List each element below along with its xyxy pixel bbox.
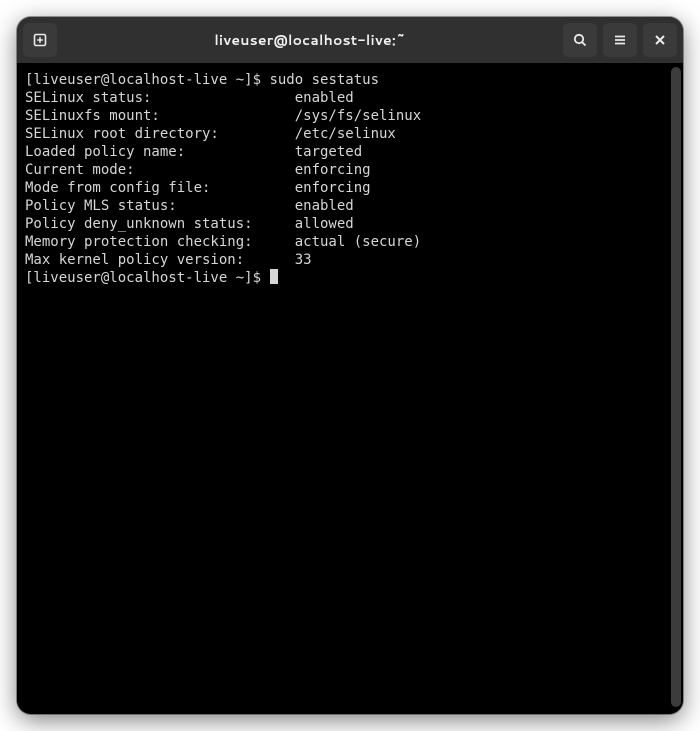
hamburger-menu-icon <box>612 32 628 48</box>
titlebar-right-group <box>563 23 677 57</box>
output-line: SELinuxfs mount: /sys/fs/selinux <box>25 107 665 125</box>
search-icon <box>572 32 588 48</box>
titlebar: liveuser@localhost-live:~ <box>17 17 683 63</box>
output-line: Loaded policy name: targeted <box>25 143 665 161</box>
new-tab-button[interactable] <box>23 23 57 57</box>
output-line: Memory protection checking: actual (secu… <box>25 233 665 251</box>
shell-prompt: [liveuser@localhost-live ~]$ <box>25 270 269 286</box>
output-line: Policy MLS status: enabled <box>25 197 665 215</box>
search-button[interactable] <box>563 23 597 57</box>
output-line: SELinux root directory: /etc/selinux <box>25 125 665 143</box>
prompt-line: [liveuser@localhost-live ~]$ sudo sestat… <box>25 71 665 89</box>
terminal-output[interactable]: [liveuser@localhost-live ~]$ sudo sestat… <box>17 63 669 714</box>
close-icon <box>652 32 668 48</box>
scrollbar-track[interactable] <box>669 63 683 714</box>
menu-button[interactable] <box>603 23 637 57</box>
shell-prompt: [liveuser@localhost-live ~]$ <box>25 72 269 88</box>
cursor <box>270 269 278 284</box>
scrollbar-thumb[interactable] <box>671 67 681 707</box>
output-line: Max kernel policy version: 33 <box>25 251 665 269</box>
output-line: Mode from config file: enforcing <box>25 179 665 197</box>
terminal-body-wrap: [liveuser@localhost-live ~]$ sudo sestat… <box>17 63 683 714</box>
terminal-window: liveuser@localhost-live:~ <box>17 17 683 714</box>
window-title: liveuser@localhost-live:~ <box>57 30 563 50</box>
output-line: SELinux status: enabled <box>25 89 665 107</box>
titlebar-left-group <box>23 23 57 57</box>
output-line: Current mode: enforcing <box>25 161 665 179</box>
output-line: Policy deny_unknown status: allowed <box>25 215 665 233</box>
command: sudo sestatus <box>269 72 379 88</box>
prompt-line: [liveuser@localhost-live ~]$ <box>25 269 665 287</box>
close-button[interactable] <box>643 23 677 57</box>
new-tab-icon <box>32 32 48 48</box>
